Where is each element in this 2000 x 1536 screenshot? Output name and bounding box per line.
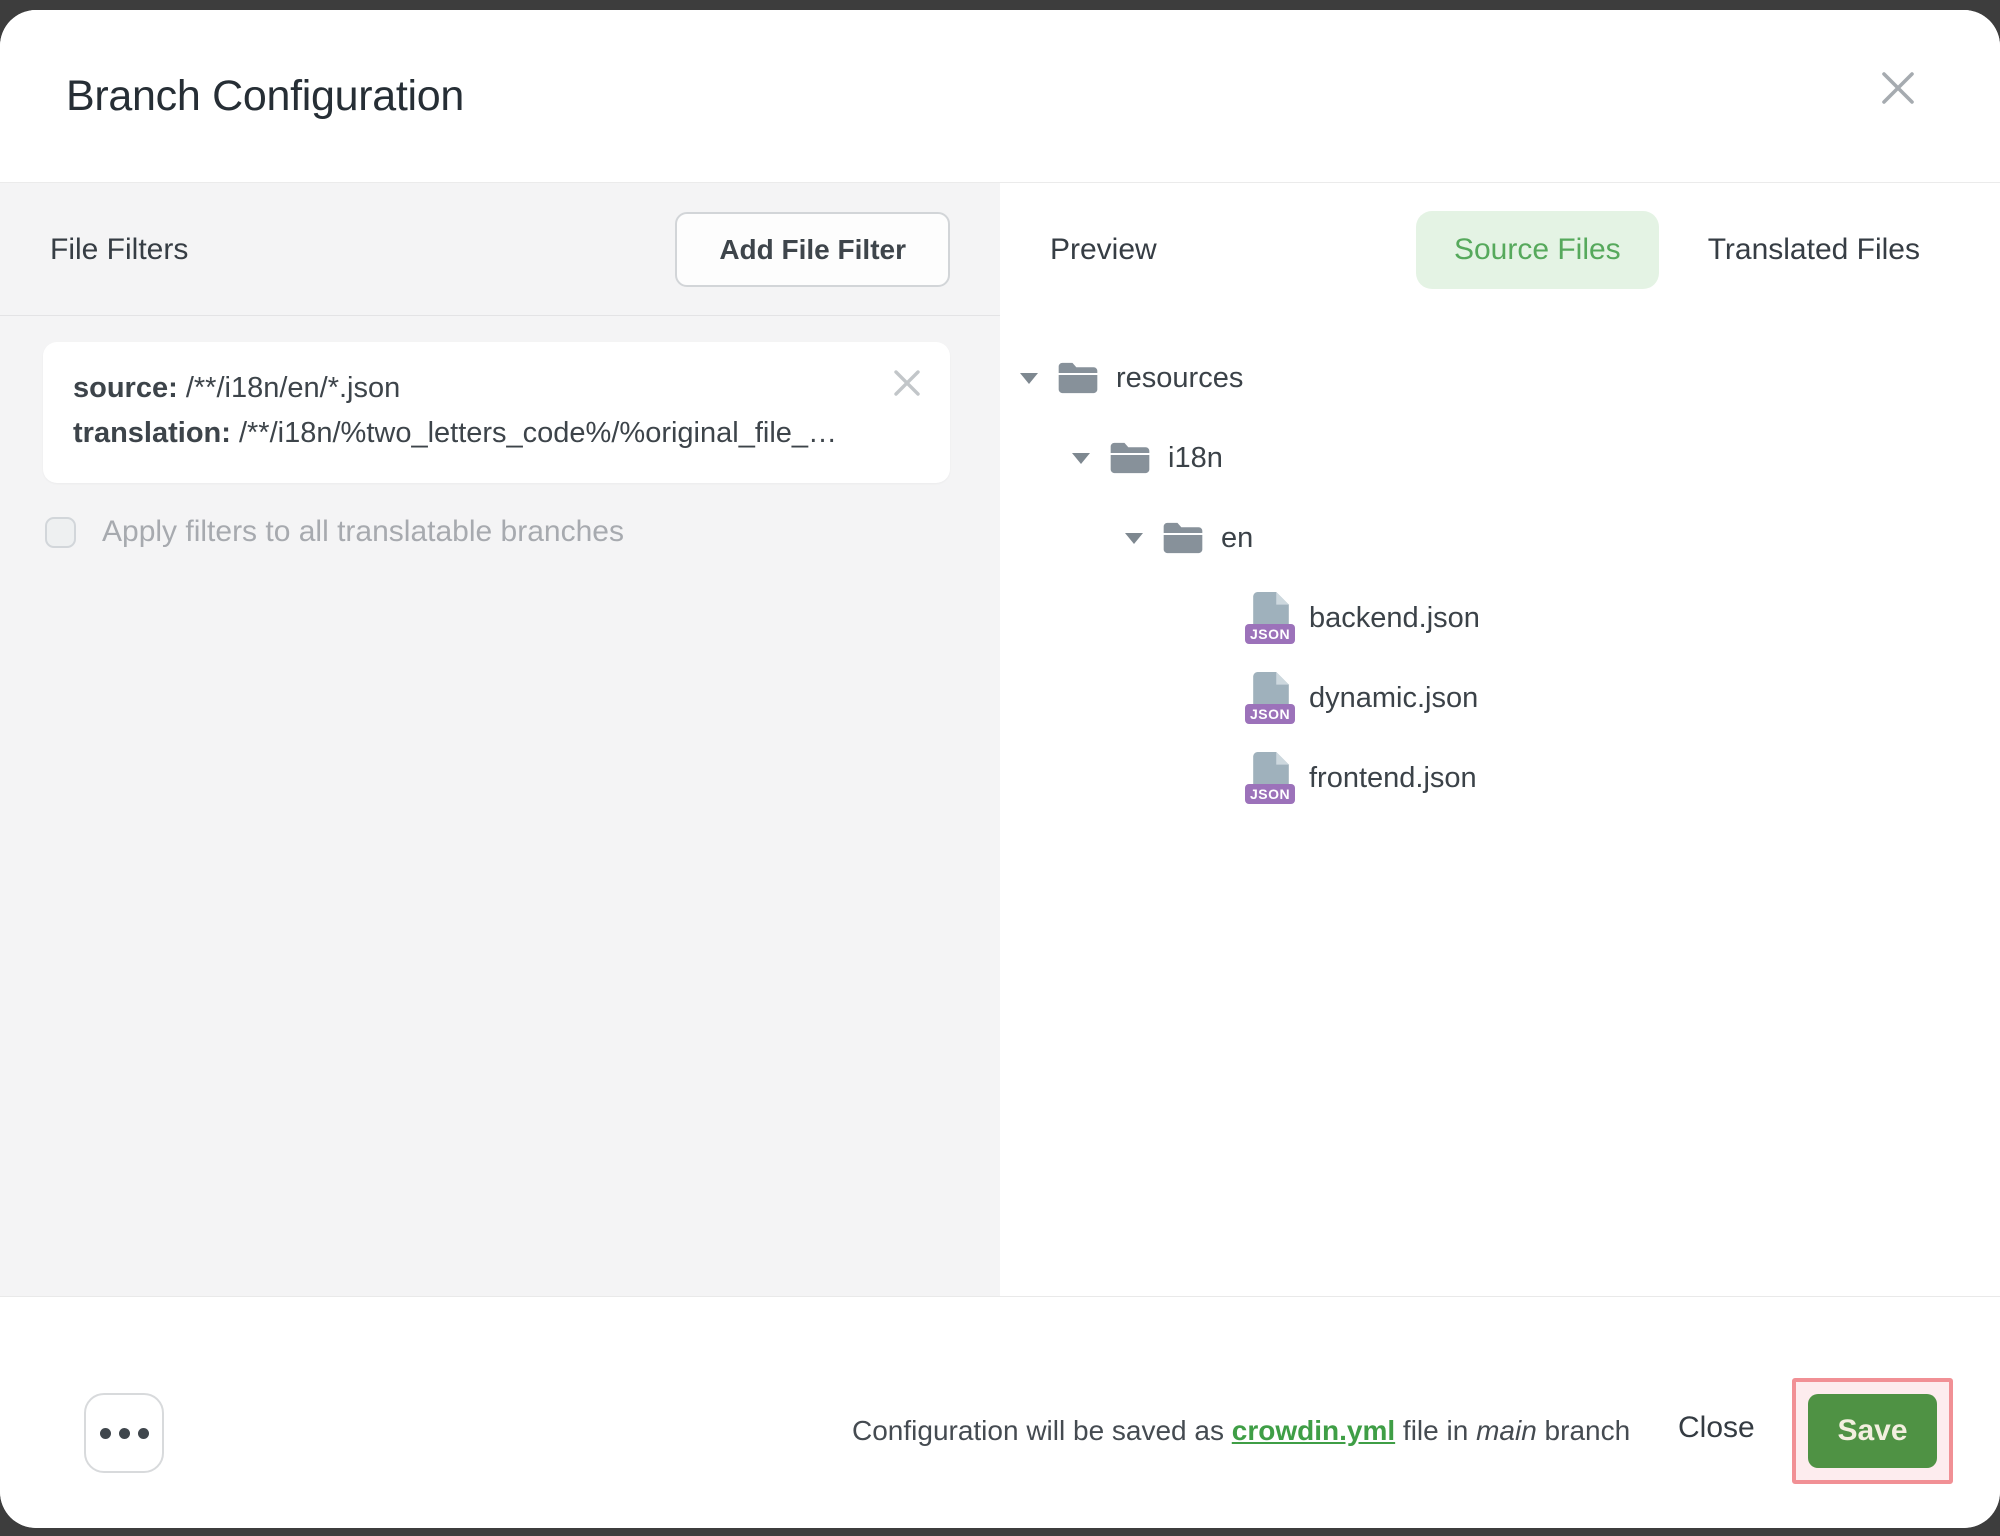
page-title: Branch Configuration bbox=[66, 10, 464, 183]
message-suffix: branch bbox=[1537, 1415, 1630, 1446]
tree-label: resources bbox=[1116, 362, 1243, 395]
tab-translated-files[interactable]: Translated Files bbox=[1670, 211, 1920, 289]
tree-label: frontend.json bbox=[1309, 762, 1477, 795]
chevron-down-icon[interactable] bbox=[1020, 373, 1038, 384]
folder-icon bbox=[1162, 521, 1204, 555]
dialog-footer: Configuration will be saved as crowdin.y… bbox=[0, 1296, 2000, 1528]
ellipsis-icon bbox=[138, 1428, 149, 1439]
preview-header: Preview Source Files Translated Files bbox=[1000, 183, 2000, 316]
save-button-highlight: Save bbox=[1792, 1378, 1953, 1484]
tab-source-files[interactable]: Source Files bbox=[1416, 211, 1659, 289]
filter-card: source: /**/i18n/en/*.json translation: … bbox=[43, 342, 950, 483]
tree-label: en bbox=[1221, 522, 1253, 555]
message-prefix: Configuration will be saved as bbox=[852, 1415, 1232, 1446]
message-middle: file in bbox=[1395, 1415, 1476, 1446]
json-file-icon: JSON bbox=[1245, 672, 1295, 724]
dialog-close-button[interactable] bbox=[1878, 68, 1918, 108]
json-file-icon: JSON bbox=[1245, 592, 1295, 644]
save-button[interactable]: Save bbox=[1808, 1394, 1937, 1468]
branch-name: main bbox=[1476, 1415, 1537, 1446]
json-file-icon: JSON bbox=[1245, 752, 1295, 804]
folder-icon bbox=[1057, 361, 1099, 395]
remove-filter-icon bbox=[892, 368, 922, 398]
close-button[interactable]: Close bbox=[1668, 1411, 1765, 1445]
preview-panel: Preview Source Files Translated Files re… bbox=[1000, 183, 2000, 1296]
apply-filters-label: Apply filters to all translatable branch… bbox=[102, 515, 624, 549]
crowdin-yml-link[interactable]: crowdin.yml bbox=[1232, 1415, 1395, 1446]
tree-row-i18n[interactable]: i18n bbox=[1000, 418, 2000, 498]
file-filters-header: File Filters Add File Filter bbox=[0, 183, 1000, 316]
filter-translation-line: translation: /**/i18n/%two_letters_code%… bbox=[73, 411, 880, 456]
dialog-header: Branch Configuration bbox=[0, 10, 2000, 183]
apply-filters-row: Apply filters to all translatable branch… bbox=[45, 515, 624, 549]
tree-label: i18n bbox=[1168, 442, 1223, 475]
preview-tabs: Source Files Translated Files bbox=[1416, 211, 1920, 289]
tree-row-dynamic-json[interactable]: JSON dynamic.json bbox=[1000, 658, 2000, 738]
tree-row-backend-json[interactable]: JSON backend.json bbox=[1000, 578, 2000, 658]
chevron-down-icon[interactable] bbox=[1125, 533, 1143, 544]
preview-heading: Preview bbox=[1050, 233, 1157, 267]
file-filters-panel: File Filters Add File Filter source: /**… bbox=[0, 183, 1000, 1296]
close-icon bbox=[1880, 70, 1916, 106]
json-badge: JSON bbox=[1245, 704, 1295, 724]
filter-source-value: /**/i18n/en/*.json bbox=[178, 372, 400, 404]
tree-label: backend.json bbox=[1309, 602, 1480, 635]
more-options-button[interactable] bbox=[84, 1393, 164, 1473]
remove-filter-button[interactable] bbox=[890, 366, 924, 400]
folder-icon bbox=[1109, 441, 1151, 475]
json-badge: JSON bbox=[1245, 624, 1295, 644]
branch-configuration-dialog: Branch Configuration File Filters Add Fi… bbox=[0, 10, 2000, 1528]
json-badge: JSON bbox=[1245, 784, 1295, 804]
ellipsis-icon bbox=[119, 1428, 130, 1439]
file-filters-heading: File Filters bbox=[50, 183, 188, 316]
add-file-filter-button[interactable]: Add File Filter bbox=[675, 212, 950, 287]
tree-row-frontend-json[interactable]: JSON frontend.json bbox=[1000, 738, 2000, 818]
chevron-down-icon[interactable] bbox=[1072, 453, 1090, 464]
filter-source-line: source: /**/i18n/en/*.json bbox=[73, 366, 880, 411]
file-tree: resources i18n en bbox=[1000, 338, 2000, 818]
tree-row-resources[interactable]: resources bbox=[1000, 338, 2000, 418]
apply-filters-checkbox[interactable] bbox=[45, 517, 76, 548]
filter-translation-value: /**/i18n/%two_letters_code%/%original_fi… bbox=[231, 417, 837, 449]
ellipsis-icon bbox=[100, 1428, 111, 1439]
filter-source-label: source: bbox=[73, 372, 178, 404]
filter-translation-label: translation: bbox=[73, 417, 231, 449]
tree-label: dynamic.json bbox=[1309, 682, 1478, 715]
save-location-message: Configuration will be saved as crowdin.y… bbox=[852, 1415, 1630, 1447]
tree-row-en[interactable]: en bbox=[1000, 498, 2000, 578]
